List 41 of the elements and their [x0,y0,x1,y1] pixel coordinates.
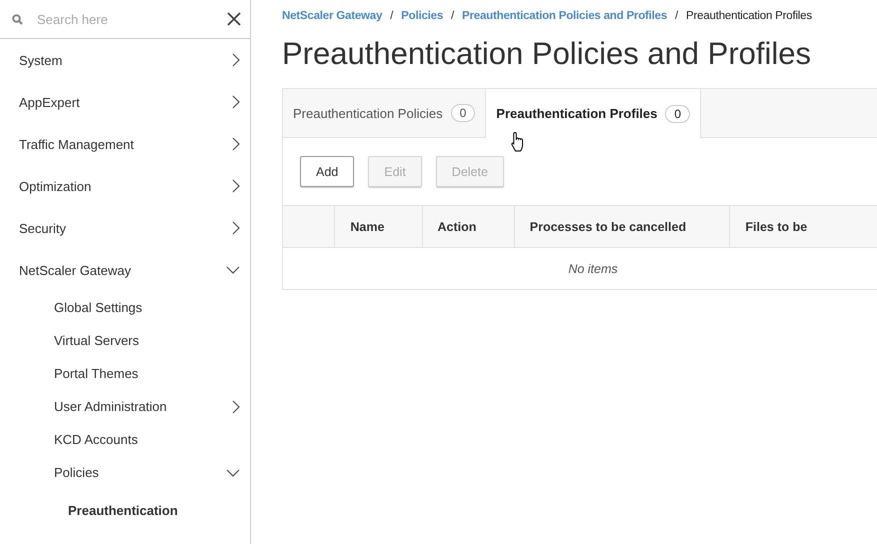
count-badge: 0 [665,104,690,122]
breadcrumb-link[interactable]: NetScaler Gateway [282,10,382,22]
close-icon[interactable] [227,12,241,26]
sidebar-item[interactable]: Global Settings [0,291,250,324]
sidebar-item[interactable]: User Administration [0,390,250,423]
breadcrumb-current: Preauthentication Profiles [686,10,812,22]
chevron-down-icon [226,266,240,274]
hand-cursor-icon [510,131,526,153]
chevron-down-icon [226,468,240,476]
sidebar-item[interactable]: Traffic Management [0,123,250,165]
breadcrumb-link[interactable]: Policies [401,10,444,22]
tab[interactable]: Preauthentication Profiles 0 [486,89,702,138]
search-icon [12,14,23,24]
sidebar-item[interactable]: Preauthentication [0,489,250,531]
sidebar-item[interactable]: Virtual Servers [0,324,250,357]
breadcrumb-separator: / [675,10,678,22]
column-header[interactable]: Files to be [729,206,877,247]
sidebar-item[interactable]: NetScaler Gateway [0,249,250,291]
breadcrumb-link[interactable]: Preauthentication Policies and Profiles [462,10,668,22]
chevron-right-icon [232,53,240,67]
chevron-right-icon [232,95,240,109]
sidebar-item[interactable]: Policies [0,456,250,489]
sidebar-item[interactable]: System [0,39,250,81]
toolbar-button[interactable]: Add [300,156,354,187]
chevron-right-icon [232,179,240,193]
column-header[interactable]: Action [422,206,514,247]
sidebar-item[interactable]: Security [0,207,250,249]
breadcrumb-separator: / [451,10,454,22]
sidebar-item[interactable]: Optimization [0,165,250,207]
sidebar-item[interactable]: AppExpert [0,81,250,123]
chevron-right-icon [232,221,240,235]
page-title: Preauthentication Policies and Profiles [282,36,812,72]
empty-message: No items [568,262,618,276]
column-header[interactable]: Name [334,206,422,247]
breadcrumb-separator: / [390,10,394,22]
chevron-right-icon [232,400,240,414]
sidebar-item[interactable]: Portal Themes [0,357,250,390]
column-header[interactable]: Processes to be cancelled [514,206,730,247]
chevron-right-icon [232,137,240,151]
sidebar-item[interactable]: KCD Accounts [0,423,250,456]
count-badge: 0 [450,104,476,122]
